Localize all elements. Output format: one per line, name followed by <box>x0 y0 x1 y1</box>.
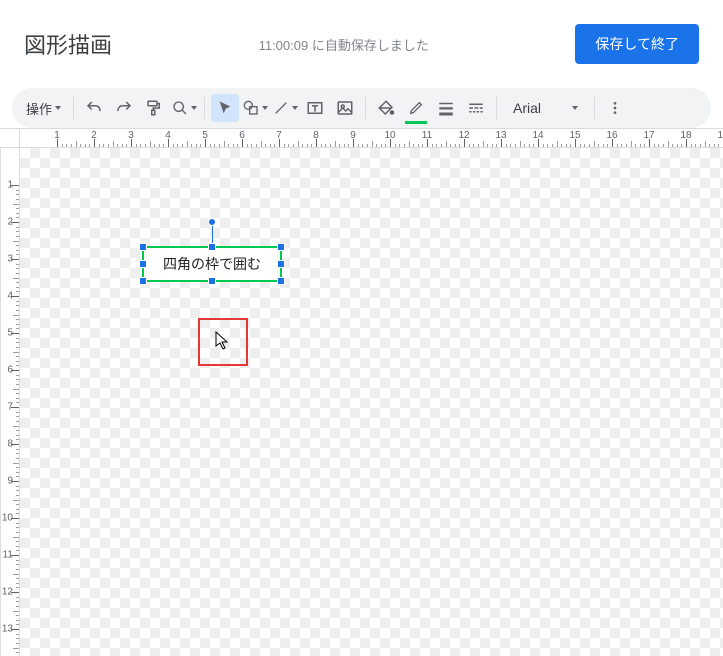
chevron-down-icon <box>292 106 298 110</box>
textbox-tool[interactable] <box>301 94 329 122</box>
page-title: 図形描画 <box>24 28 112 60</box>
line-weight-icon <box>437 99 455 117</box>
textbox-text: 四角の枠で囲む <box>163 254 261 274</box>
paint-bucket-icon <box>377 99 395 117</box>
textbox-icon <box>306 99 324 117</box>
chevron-down-icon <box>55 106 61 110</box>
undo-button[interactable] <box>80 94 108 122</box>
shape-icon <box>243 100 259 116</box>
redo-icon <box>115 99 133 117</box>
undo-icon <box>85 99 103 117</box>
paint-roller-icon <box>145 99 163 117</box>
ruler-corner <box>0 128 20 148</box>
font-name: Arial <box>513 100 541 116</box>
separator <box>594 97 595 119</box>
border-dash-button[interactable] <box>462 94 490 122</box>
font-selector[interactable]: Arial <box>503 100 588 116</box>
paint-format-button[interactable] <box>140 94 168 122</box>
cursor-icon <box>217 100 233 116</box>
save-and-close-button[interactable]: 保存して終了 <box>575 24 699 64</box>
more-vertical-icon <box>607 100 623 116</box>
resize-handle-sw[interactable] <box>139 277 147 285</box>
resize-handle-ne[interactable] <box>277 243 285 251</box>
border-color-button[interactable] <box>402 94 430 122</box>
fill-color-button[interactable] <box>372 94 400 122</box>
drawing-canvas[interactable]: 四角の枠で囲む <box>20 148 723 656</box>
chevron-down-icon <box>191 106 197 110</box>
workspace: 12345678910111213141516171819 1234567891… <box>0 128 723 656</box>
image-tool[interactable] <box>331 94 359 122</box>
textbox-shape[interactable]: 四角の枠で囲む <box>142 246 282 282</box>
border-weight-button[interactable] <box>432 94 460 122</box>
separator <box>496 97 497 119</box>
color-swatch <box>405 121 427 124</box>
line-icon <box>273 100 289 116</box>
redo-button[interactable] <box>110 94 138 122</box>
separator <box>204 97 205 119</box>
rotate-connector <box>212 223 213 243</box>
resize-handle-nw[interactable] <box>139 243 147 251</box>
actions-label: 操作 <box>26 99 52 118</box>
shape-tool[interactable] <box>241 94 269 122</box>
pencil-icon <box>408 100 424 116</box>
zoom-icon <box>172 100 188 116</box>
line-tool[interactable] <box>271 94 299 122</box>
more-options-button[interactable] <box>601 94 629 122</box>
toolbar: 操作 <box>12 88 711 128</box>
resize-handle-e[interactable] <box>277 260 285 268</box>
separator <box>73 97 74 119</box>
rotate-handle[interactable] <box>208 218 216 226</box>
separator <box>365 97 366 119</box>
actions-menu[interactable]: 操作 <box>20 94 67 122</box>
line-dash-icon <box>467 99 485 117</box>
zoom-button[interactable] <box>170 94 198 122</box>
horizontal-ruler: 12345678910111213141516171819 <box>20 128 723 148</box>
resize-handle-s[interactable] <box>208 277 216 285</box>
vertical-ruler: 1234567891011121314 <box>0 148 20 656</box>
resize-handle-w[interactable] <box>139 260 147 268</box>
autosave-status: 11:00:09 に自動保存しました <box>112 35 575 54</box>
chevron-down-icon <box>262 106 268 110</box>
header: 図形描画 11:00:09 に自動保存しました 保存して終了 <box>0 0 723 76</box>
resize-handle-se[interactable] <box>277 277 285 285</box>
image-icon <box>336 99 354 117</box>
select-tool[interactable] <box>211 94 239 122</box>
chevron-down-icon <box>572 106 578 110</box>
resize-handle-n[interactable] <box>208 243 216 251</box>
highlight-box <box>198 318 248 366</box>
